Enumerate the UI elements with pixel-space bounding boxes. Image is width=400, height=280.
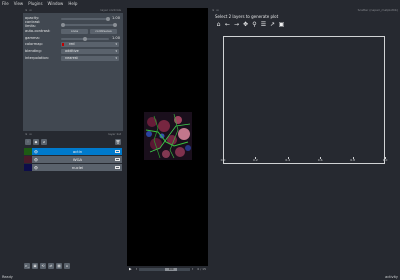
layer-thumbnail: [24, 164, 32, 171]
activity-label: activity: [385, 274, 398, 279]
back-arrow-icon[interactable]: ←: [224, 21, 231, 28]
opacity-value: 1.00: [112, 16, 121, 20]
layer-list-dock: × ▫ layer list: [23, 131, 123, 137]
x-tick-label: 0.8: [350, 158, 355, 162]
new-points-layer-icon[interactable]: ⁘: [25, 139, 31, 145]
colormap-swatch: [62, 43, 64, 46]
contrast-limits-label: contrast limits:: [25, 20, 40, 28]
chevron-down-icon: ▾: [115, 56, 117, 60]
plot-widget: Select 2 layers to generate plot ⌂ ← → ✥…: [210, 13, 400, 270]
x-tick-label: 0.6: [317, 158, 323, 162]
edit-axes-icon[interactable]: ↗: [269, 21, 276, 28]
blending-value: additive: [65, 49, 79, 53]
dims-track[interactable]: 100: [139, 267, 190, 271]
plot-message: Select 2 layers to generate plot: [215, 14, 279, 19]
chevron-down-icon: ▾: [115, 49, 117, 53]
colormap-value: red: [69, 42, 75, 46]
close-icon[interactable]: ×: [212, 8, 215, 12]
eye-icon[interactable]: 👁: [32, 166, 40, 170]
menu-view[interactable]: View: [14, 1, 24, 6]
frame-counter: 0 / 15: [197, 267, 206, 271]
forward-arrow-icon[interactable]: →: [233, 21, 240, 28]
dock-title-layer-list: layer list: [108, 131, 121, 136]
close-icon[interactable]: ×: [25, 132, 28, 136]
home-icon[interactable]: ⌂: [64, 263, 70, 269]
colormap-label: colormap:: [25, 42, 43, 46]
layer-thumbnail: [24, 148, 32, 155]
auto-contrast-label: auto-contrast:: [25, 29, 51, 33]
layer-name: nuclei: [71, 165, 84, 170]
status-bar: Ready activity: [0, 273, 400, 280]
float-icon[interactable]: ▫: [30, 8, 32, 12]
close-icon[interactable]: ×: [25, 8, 28, 12]
dims-knob[interactable]: 100: [165, 267, 178, 271]
activity-button[interactable]: activity: [385, 275, 398, 279]
dock-title-plot: Scatter (napari_matplotlib): [357, 7, 398, 12]
console-icon[interactable]: >_: [24, 263, 30, 269]
blending-label: blending:: [25, 49, 42, 53]
gamma-slider[interactable]: [61, 37, 109, 41]
x-tick-label: 1.0: [382, 158, 388, 162]
image-layer-icon: [115, 166, 120, 169]
layer-row-wga[interactable]: 👁 WGA: [24, 156, 122, 163]
new-labels-layer-icon[interactable]: ⌀: [41, 139, 47, 145]
continuous-button[interactable]: continuous: [90, 29, 117, 34]
layer-name: WGA: [72, 157, 83, 162]
interpolation-label: interpolation:: [25, 56, 50, 60]
dock-title-layer-controls: layer controls: [100, 7, 121, 12]
eye-icon[interactable]: 👁: [32, 150, 40, 154]
chevron-down-icon: ▾: [115, 42, 117, 46]
blending-select[interactable]: additive ▾: [61, 49, 119, 54]
step-right-icon[interactable]: ›: [192, 267, 193, 271]
layer-name: actin: [72, 149, 83, 154]
menu-bar: File View Plugins Window Help: [0, 0, 400, 7]
configure-subplots-icon[interactable]: ☰: [260, 21, 267, 28]
plot-toolbar: ⌂ ← → ✥ ⚲ ☰ ↗ ▣: [215, 21, 285, 28]
once-button[interactable]: once: [61, 29, 88, 34]
image-layer-icon: [115, 158, 120, 161]
play-icon[interactable]: ▶: [129, 267, 132, 271]
home-icon[interactable]: ⌂: [215, 21, 222, 28]
layer-row-actin[interactable]: 👁 actin: [24, 148, 122, 155]
ndisplay-icon[interactable]: ▣: [32, 263, 38, 269]
layer-row-nuclei[interactable]: 👁 nuclei: [24, 164, 122, 171]
opacity-slider[interactable]: [61, 17, 110, 21]
interpolation-select[interactable]: nearest ▾: [61, 56, 119, 61]
menu-window[interactable]: Window: [48, 1, 64, 6]
dims-slider[interactable]: ▶ ‹ 100 › 0 / 15: [127, 266, 208, 272]
gamma-value: 1.00: [112, 36, 121, 40]
eye-icon[interactable]: 👁: [32, 158, 40, 162]
pan-icon[interactable]: ✥: [242, 21, 249, 28]
cell-image-graphic: [144, 112, 192, 160]
microscopy-image: [144, 112, 192, 160]
layer-controls-panel: opacity: 1.00 contrast limits: auto-cont…: [23, 13, 123, 131]
x-tick-label: 0.0: [220, 158, 226, 162]
grid-icon[interactable]: ▦: [56, 263, 62, 269]
menu-file[interactable]: File: [2, 1, 9, 6]
plot-axes[interactable]: [223, 36, 385, 164]
menu-plugins[interactable]: Plugins: [28, 1, 42, 6]
float-icon[interactable]: ▫: [217, 8, 219, 12]
gamma-label: gamma:: [25, 36, 40, 40]
x-tick-label: 0.4: [285, 158, 291, 162]
layer-list-panel: ⁘ ◆ ⌀ 🗑 👁 actin 👁 WGA 👁 nuclei: [23, 138, 123, 263]
delete-layer-icon[interactable]: 🗑: [115, 139, 121, 145]
viewer-buttons: >_ ▣ ⟲ ⇄ ▦ ⌂: [24, 263, 70, 269]
status-text: Ready: [2, 274, 13, 279]
image-layer-icon: [115, 150, 120, 153]
menu-help[interactable]: Help: [68, 1, 77, 6]
colormap-select[interactable]: red ▾: [61, 42, 119, 47]
step-left-icon[interactable]: ‹: [136, 267, 137, 271]
layer-thumbnail: [24, 156, 32, 163]
roll-icon[interactable]: ⟲: [40, 263, 46, 269]
interpolation-value: nearest: [65, 56, 78, 60]
save-icon[interactable]: ▣: [278, 21, 285, 28]
zoom-icon[interactable]: ⚲: [251, 21, 258, 28]
new-shapes-layer-icon[interactable]: ◆: [33, 139, 39, 145]
contrast-limits-slider[interactable]: [61, 23, 117, 27]
transpose-icon[interactable]: ⇄: [48, 263, 54, 269]
float-icon[interactable]: ▫: [30, 132, 32, 136]
x-tick-label: 0.2: [253, 158, 258, 162]
